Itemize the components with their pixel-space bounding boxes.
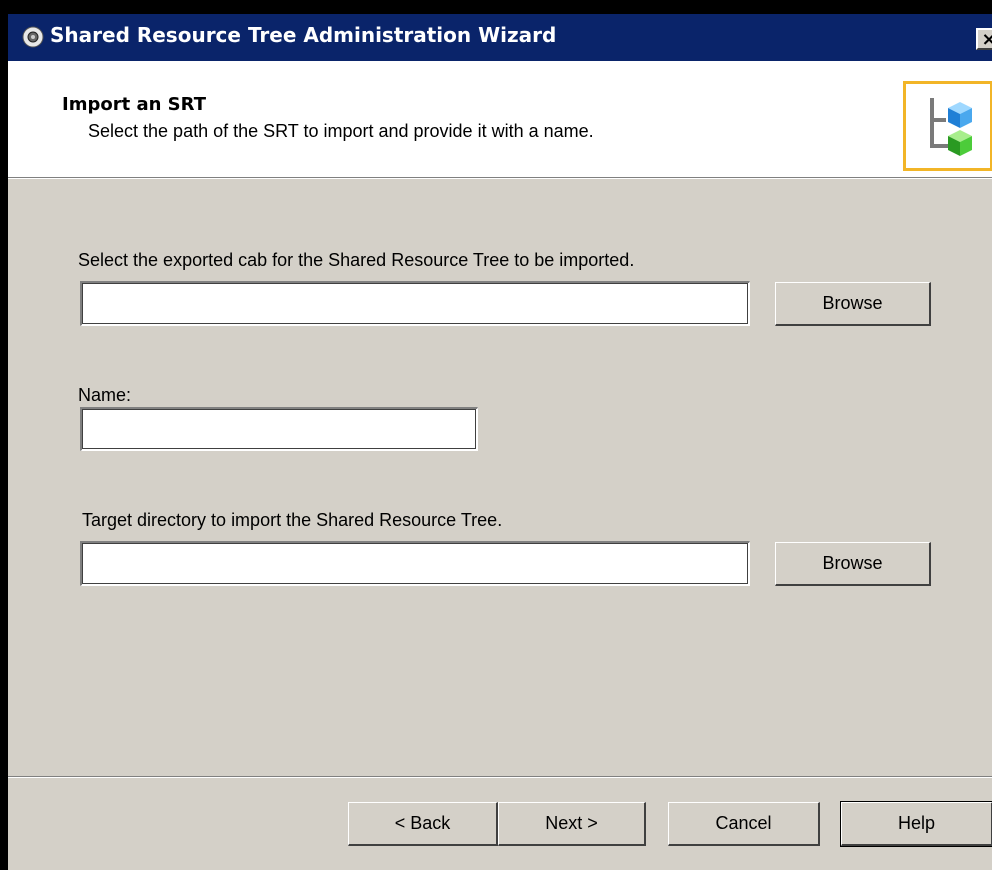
page-title: Import an SRT [62,94,206,115]
name-label: Name: [78,385,132,405]
close-button[interactable]: × [976,28,992,50]
help-button[interactable]: Help [840,801,992,847]
wizard-window: Shared Resource Tree Administration Wiza… [8,14,992,870]
name-input[interactable] [80,407,478,451]
wizard-header: Import an SRT Select the path of the SRT… [8,61,992,178]
close-icon: × [981,29,992,50]
page-subtitle: Select the path of the SRT to import and… [88,121,594,141]
footer-separator [8,776,992,778]
cab-label: Select the exported cab for the Shared R… [78,250,635,270]
target-browse-button[interactable]: Browse [775,542,931,586]
cancel-button[interactable]: Cancel [668,802,820,846]
back-button[interactable]: < Back [348,802,498,846]
window-title: Shared Resource Tree Administration Wiza… [50,23,557,47]
shared-resource-tree-icon [903,81,992,171]
wizard-gear-icon [22,26,44,48]
title-bar[interactable]: Shared Resource Tree Administration Wiza… [8,14,992,61]
next-button[interactable]: Next > [498,802,646,846]
header-separator [8,177,992,179]
cab-path-input[interactable] [80,281,750,326]
target-directory-input[interactable] [80,541,750,586]
target-label: Target directory to import the Shared Re… [82,510,503,530]
cab-browse-button[interactable]: Browse [775,282,931,326]
